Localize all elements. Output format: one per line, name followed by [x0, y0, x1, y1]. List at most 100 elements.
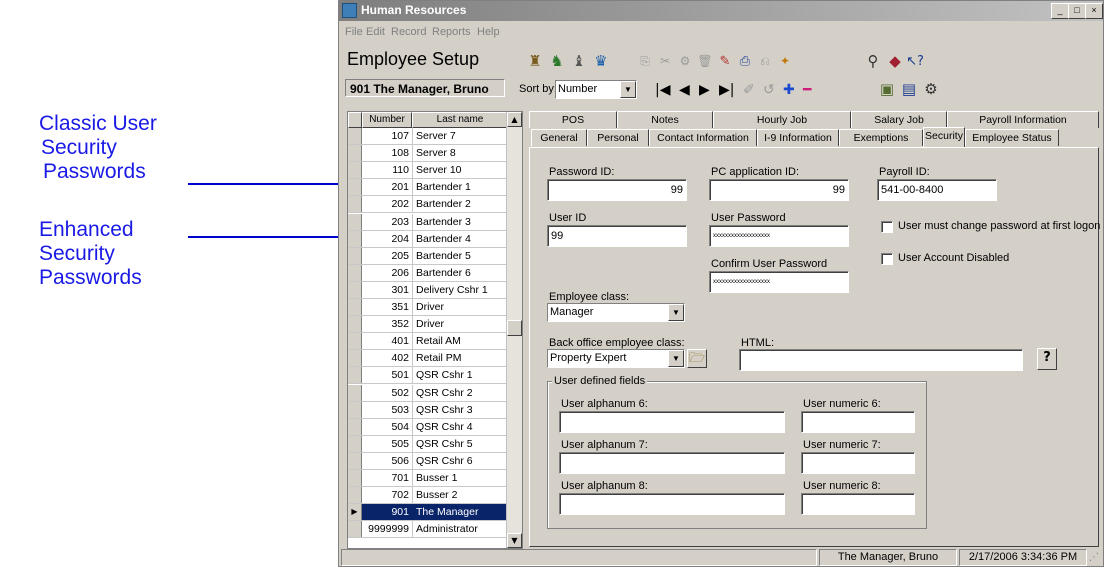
chevron-down-icon[interactable]: ▼ — [668, 350, 684, 367]
html-help-icon[interactable]: ? — [1037, 348, 1057, 370]
table-row[interactable]: 504 QSR Cshr 4 — [348, 418, 508, 436]
table-row[interactable]: 506 QSR Cshr 6 — [348, 452, 508, 470]
tab-exemptions[interactable]: Exemptions — [839, 129, 923, 146]
settings-icon[interactable]: ⚙ — [921, 79, 941, 99]
tab-security[interactable]: Security — [923, 127, 965, 147]
add-record-icon[interactable]: ✚ — [783, 81, 795, 99]
must-change-password-checkbox[interactable] — [881, 221, 893, 233]
password-id-field[interactable]: 99 — [547, 179, 687, 201]
numeric7-field[interactable] — [801, 452, 915, 474]
row-selector[interactable] — [348, 264, 362, 281]
table-row[interactable]: 108 Server 8 — [348, 145, 508, 163]
back-office-class-select[interactable]: Property Expert ▼ — [547, 349, 685, 368]
menu-record[interactable]: Record — [391, 26, 426, 38]
export-icon[interactable]: ⎙ — [735, 51, 755, 71]
row-selector[interactable] — [348, 316, 362, 333]
row-selector[interactable] — [348, 384, 362, 401]
numeric6-field[interactable] — [801, 411, 915, 433]
folder-browse-icon[interactable]: 🗁 — [687, 349, 707, 368]
cut-icon[interactable]: ⚙ — [675, 51, 695, 71]
row-selector[interactable] — [348, 333, 362, 350]
help-icon[interactable]: ↖? — [905, 51, 925, 71]
table-row[interactable]: 701 Busser 1 — [348, 470, 508, 487]
monitor-icon[interactable]: ▤ — [899, 79, 919, 99]
row-selector[interactable] — [348, 179, 362, 196]
pc-app-id-field[interactable]: 99 — [709, 179, 849, 201]
paste-icon[interactable]: ✂ — [655, 51, 675, 71]
close-button[interactable]: × — [1085, 3, 1103, 19]
alphanum8-field[interactable] — [559, 493, 785, 515]
maximize-button[interactable]: □ — [1068, 3, 1086, 19]
row-selector[interactable] — [348, 247, 362, 264]
undo-record-icon[interactable]: ↺ — [763, 81, 775, 99]
table-row[interactable]: 205 Bartender 5 — [348, 247, 508, 265]
tools-icon[interactable]: ✦ — [775, 51, 795, 71]
minimize-button[interactable]: _ — [1051, 3, 1069, 19]
table-row[interactable]: 501 QSR Cshr 1 — [348, 367, 508, 385]
menu-reports[interactable]: Reports — [432, 26, 471, 38]
row-selector[interactable] — [348, 145, 362, 162]
row-selector[interactable] — [348, 487, 362, 504]
employee-group-icon[interactable]: ♛ — [591, 51, 611, 71]
search-employee-icon[interactable]: ♝ — [569, 51, 589, 71]
scroll-down-icon[interactable]: ▼ — [507, 533, 522, 548]
row-selector[interactable] — [348, 213, 362, 230]
print-icon[interactable]: ⎌ — [755, 51, 775, 71]
table-row[interactable]: 401 Retail AM — [348, 333, 508, 351]
employees-icon[interactable]: ♜ — [525, 51, 545, 71]
scroll-up-icon[interactable]: ▲ — [507, 112, 522, 127]
row-selector[interactable] — [348, 435, 362, 452]
tab-contact-information[interactable]: Contact Information — [649, 129, 757, 146]
list-header-last-name[interactable]: Last name — [412, 112, 508, 128]
first-record-icon[interactable]: |◀ — [655, 81, 670, 99]
delete-icon[interactable]: 🗑 — [695, 51, 715, 71]
user-password-field[interactable]: xxxxxxxxxxxxxxxxxxx — [709, 225, 849, 247]
row-selector[interactable] — [348, 350, 362, 367]
table-row[interactable]: 352 Driver — [348, 316, 508, 334]
table-row[interactable]: 107 Server 7 — [348, 128, 508, 145]
find-icon[interactable]: ⚲ — [863, 51, 883, 71]
table-row[interactable]: 702 Busser 2 — [348, 487, 508, 505]
sort-select[interactable]: Number ▼ — [555, 80, 637, 99]
copy-icon[interactable]: ⎘ — [635, 51, 655, 71]
table-row[interactable]: 204 Bartender 4 — [348, 230, 508, 248]
table-row[interactable]: 206 Bartender 6 — [348, 264, 508, 282]
user-id-field[interactable]: 99 — [547, 225, 687, 247]
employee-class-select[interactable]: Manager ▼ — [547, 303, 685, 322]
alphanum7-field[interactable] — [559, 452, 785, 474]
table-row[interactable]: 502 QSR Cshr 2 — [348, 384, 508, 402]
row-selector[interactable] — [348, 452, 362, 469]
table-row[interactable]: 201 Bartender 1 — [348, 179, 508, 197]
resize-grip-icon[interactable]: ⋰ — [1089, 552, 1099, 563]
edit-record-icon[interactable]: ✐ — [743, 81, 755, 99]
table-row[interactable]: 505 QSR Cshr 5 — [348, 435, 508, 453]
row-selector[interactable] — [348, 281, 362, 298]
alphanum6-field[interactable] — [559, 411, 785, 433]
menu-help[interactable]: Help — [477, 26, 500, 38]
last-record-icon[interactable]: ▶| — [719, 81, 734, 99]
tab-notes[interactable]: Notes — [617, 111, 713, 128]
table-row[interactable]: 351 Driver — [348, 299, 508, 316]
scroll-thumb[interactable] — [507, 320, 522, 336]
row-selector[interactable] — [348, 401, 362, 418]
menu-file[interactable]: File — [345, 26, 363, 38]
tab-hourly-job[interactable]: Hourly Job — [713, 111, 851, 128]
table-row[interactable]: 402 Retail PM — [348, 350, 508, 368]
new-employee-icon[interactable]: ♞ — [547, 51, 567, 71]
account-disabled-checkbox[interactable] — [881, 253, 893, 265]
table-row[interactable]: ▶ 901 The Manager — [348, 504, 508, 522]
row-selector[interactable]: ▶ — [348, 504, 362, 521]
prev-record-icon[interactable]: ◀ — [679, 81, 690, 99]
chevron-down-icon[interactable]: ▼ — [668, 304, 684, 321]
next-record-icon[interactable]: ▶ — [699, 81, 710, 99]
row-selector[interactable] — [348, 470, 362, 486]
table-row[interactable]: 503 QSR Cshr 3 — [348, 401, 508, 419]
tab-i-9-information[interactable]: I-9 Information — [757, 129, 839, 146]
chevron-down-icon[interactable]: ▼ — [620, 81, 636, 98]
payroll-id-field[interactable]: 541-00-8400 — [877, 179, 997, 201]
row-selector[interactable] — [348, 196, 362, 213]
tab-pos[interactable]: POS — [529, 111, 617, 128]
row-selector[interactable] — [348, 230, 362, 247]
tab-salary-job[interactable]: Salary Job — [851, 111, 947, 128]
tab-personal[interactable]: Personal — [587, 129, 649, 146]
